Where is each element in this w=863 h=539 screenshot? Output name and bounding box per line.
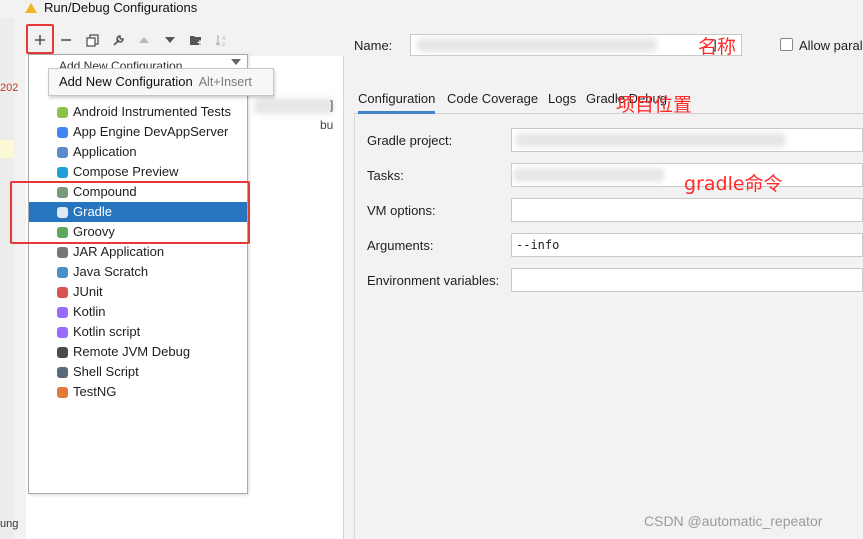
environment-variables-label: Environment variables: <box>367 273 500 288</box>
android-studio-icon <box>25 3 37 13</box>
vm-options-field[interactable] <box>511 198 863 222</box>
config-type-item[interactable]: TestNG <box>29 382 247 402</box>
copy-button[interactable] <box>80 28 104 52</box>
new-folder-button[interactable] <box>184 28 208 52</box>
redacted-area <box>417 38 657 52</box>
tab-logs[interactable]: Logs <box>548 88 576 114</box>
wrench-icon <box>112 34 124 46</box>
redacted-area <box>514 168 664 182</box>
background-highlight <box>0 140 14 158</box>
remove-icon <box>61 39 71 41</box>
config-type-label: TestNG <box>73 384 117 399</box>
configuration-type-list: Android Instrumented Tests App Engine Dev… <box>29 102 247 402</box>
move-up-icon <box>139 37 149 43</box>
config-type-item[interactable]: Remote JVM Debug <box>29 342 247 362</box>
junit-icon <box>55 285 69 299</box>
redacted-area <box>254 98 334 114</box>
config-type-item[interactable]: Compose Preview <box>29 162 247 182</box>
application-icon <box>55 145 69 159</box>
allow-parallel-label: Allow paral <box>799 38 863 53</box>
config-type-label: JAR Application <box>73 244 165 259</box>
gradle-project-label: Gradle project: <box>367 133 453 148</box>
app-engine-icon <box>55 125 69 139</box>
remote-debug-icon <box>55 345 69 359</box>
background-fragment: 202 <box>0 82 19 94</box>
name-input[interactable]: ] <box>410 34 742 56</box>
config-type-item[interactable]: Android Instrumented Tests <box>29 102 247 122</box>
add-configuration-tooltip: Add New Configuration Alt+Insert <box>48 68 274 96</box>
tooltip-shortcut: Alt+Insert <box>198 75 252 89</box>
config-type-label: Kotlin <box>73 304 106 319</box>
config-type-label: Kotlin script <box>73 324 141 339</box>
svg-text:Z: Z <box>222 42 226 47</box>
tasks-label: Tasks: <box>367 168 404 183</box>
compose-icon <box>55 165 69 179</box>
background-fragment: ung <box>0 518 19 530</box>
annotation-name: 名称 <box>698 36 737 58</box>
arguments-field[interactable]: --info <box>511 233 863 257</box>
config-type-label: Application <box>73 144 137 159</box>
config-tabs: Configuration Code Coverage Logs Gradle … <box>354 88 863 114</box>
caret-down-icon <box>231 59 241 65</box>
arguments-label: Arguments: <box>367 238 434 253</box>
sort-button[interactable]: AZ <box>210 28 234 52</box>
config-type-label: Remote JVM Debug <box>73 344 191 359</box>
config-type-item[interactable]: Application <box>29 142 247 162</box>
window-title: Run/Debug Configurations <box>44 0 198 15</box>
config-type-label: Java Scratch <box>73 264 149 279</box>
config-type-item[interactable]: Kotlin <box>29 302 247 322</box>
shell-icon <box>55 365 69 379</box>
config-type-item[interactable]: JAR Application <box>29 242 247 262</box>
kotlin-icon <box>55 305 69 319</box>
testng-icon <box>55 385 69 399</box>
annotation-gradle-command: gradle命令 <box>684 173 783 195</box>
add-configuration-popup: Add New Configuration Android Instrument… <box>28 54 248 494</box>
copy-icon <box>85 33 99 47</box>
new-folder-icon <box>190 36 203 45</box>
config-type-item[interactable]: Shell Script <box>29 362 247 382</box>
background-fragment: bu <box>320 118 334 132</box>
move-down-icon <box>165 37 175 43</box>
config-type-item[interactable]: JUnit <box>29 282 247 302</box>
tab-code-coverage[interactable]: Code Coverage <box>447 88 538 114</box>
java-scratch-icon <box>55 265 69 279</box>
config-type-label: Android Instrumented Tests <box>73 104 232 119</box>
background-fragment: ] <box>330 98 334 112</box>
android-icon <box>55 105 69 119</box>
environment-variables-field[interactable] <box>511 268 863 292</box>
config-type-label: JUnit <box>73 284 103 299</box>
name-label: Name: <box>354 38 393 53</box>
add-button-highlight-box <box>26 24 54 54</box>
annotation-project-location: 项目位置 <box>616 94 693 116</box>
remove-button[interactable] <box>54 28 78 52</box>
config-type-item[interactable]: App Engine DevAppServer <box>29 122 247 142</box>
config-type-item[interactable]: Kotlin script <box>29 322 247 342</box>
background-editor-strip: 202 ung <box>0 18 18 539</box>
allow-parallel-checkbox[interactable] <box>780 38 793 51</box>
edit-templates-button[interactable] <box>106 28 130 52</box>
config-type-label: Compose Preview <box>73 164 179 179</box>
vm-options-label: VM options: <box>367 203 436 218</box>
config-toolbar: AZ <box>26 28 246 52</box>
config-type-item[interactable]: Java Scratch <box>29 262 247 282</box>
config-type-label: App Engine DevAppServer <box>73 124 229 139</box>
tab-configuration[interactable]: Configuration <box>358 88 436 114</box>
move-down-button[interactable] <box>158 28 182 52</box>
jar-icon <box>55 245 69 259</box>
gradle-project-field[interactable] <box>511 128 863 152</box>
title-bar: Run/Debug Configurations <box>0 0 863 18</box>
gradle-highlight-box <box>10 181 250 244</box>
redacted-area <box>516 133 786 147</box>
watermark: CSDN @automatic_repeator <box>644 513 823 529</box>
tooltip-label: Add New Configuration <box>59 74 193 89</box>
kotlin-script-icon <box>55 325 69 339</box>
move-up-button[interactable] <box>132 28 156 52</box>
config-type-label: Shell Script <box>73 364 139 379</box>
sort-icon: AZ <box>215 34 226 47</box>
